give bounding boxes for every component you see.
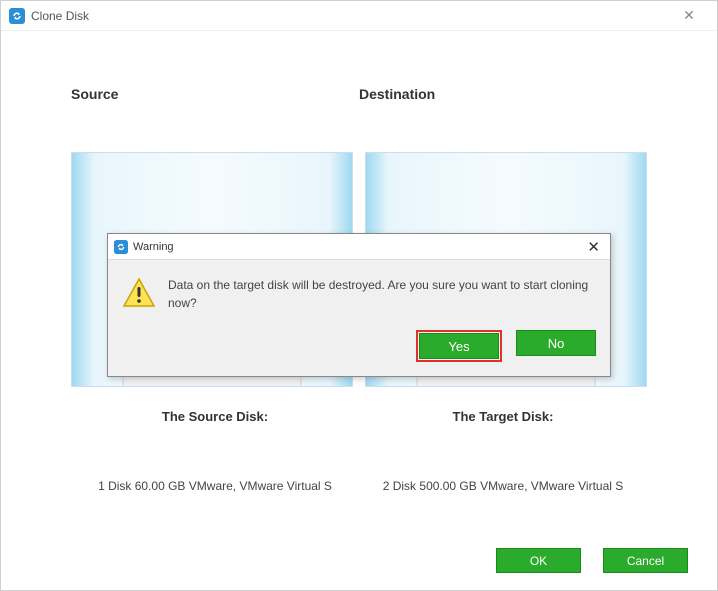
dialog-title: Warning bbox=[133, 241, 574, 253]
dialog-buttons: Yes No bbox=[108, 320, 610, 376]
main-window: Clone Disk ✕ Source Destination The Sour… bbox=[0, 0, 718, 591]
disk-details: 1 Disk 60.00 GB VMware, VMware Virtual S… bbox=[71, 479, 647, 493]
dialog-body: Data on the target disk will be destroye… bbox=[108, 260, 610, 320]
column-headers: Source Destination bbox=[71, 86, 647, 102]
no-button[interactable]: No bbox=[516, 330, 596, 356]
warning-dialog: Warning ✕ Data on the target disk will b… bbox=[107, 233, 611, 377]
source-disk-detail: 1 Disk 60.00 GB VMware, VMware Virtual S bbox=[71, 479, 359, 493]
destination-header: Destination bbox=[359, 86, 647, 102]
window-close-button[interactable]: ✕ bbox=[669, 7, 709, 24]
source-header: Source bbox=[71, 86, 359, 102]
app-icon bbox=[114, 240, 128, 254]
yes-button-highlight: Yes bbox=[416, 330, 502, 362]
target-disk-detail: 2 Disk 500.00 GB VMware, VMware Virtual … bbox=[359, 479, 647, 493]
dialog-titlebar: Warning ✕ bbox=[108, 234, 610, 260]
target-disk-label: The Target Disk: bbox=[359, 409, 647, 424]
dialog-message: Data on the target disk will be destroye… bbox=[168, 276, 596, 312]
warning-icon bbox=[122, 276, 156, 310]
dialog-close-button[interactable]: ✕ bbox=[574, 238, 604, 256]
disk-labels: The Source Disk: The Target Disk: bbox=[71, 409, 647, 424]
app-icon bbox=[9, 8, 25, 24]
yes-button[interactable]: Yes bbox=[419, 333, 499, 359]
source-disk-label: The Source Disk: bbox=[71, 409, 359, 424]
footer-buttons: OK Cancel bbox=[496, 548, 688, 573]
window-title: Clone Disk bbox=[31, 9, 669, 23]
cancel-button[interactable]: Cancel bbox=[603, 548, 688, 573]
titlebar: Clone Disk ✕ bbox=[1, 1, 717, 31]
ok-button[interactable]: OK bbox=[496, 548, 581, 573]
